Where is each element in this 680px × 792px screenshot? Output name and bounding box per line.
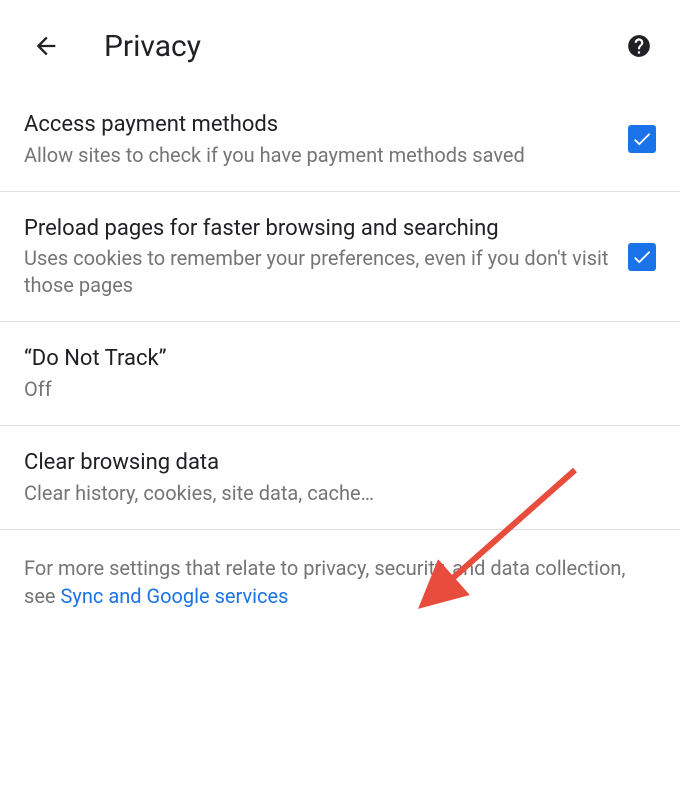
checkbox-payment[interactable]	[628, 125, 656, 153]
setting-title: Access payment methods	[24, 110, 612, 140]
setting-title: “Do Not Track”	[24, 344, 656, 374]
footer-text: For more settings that relate to privacy…	[0, 530, 680, 630]
setting-desc: Allow sites to check if you have payment…	[24, 142, 612, 169]
page-title: Privacy	[104, 29, 582, 64]
help-button[interactable]	[622, 29, 656, 63]
checkmark-icon	[631, 246, 653, 268]
setting-desc: Clear history, cookies, site data, cache…	[24, 480, 656, 507]
setting-text: Clear browsing data Clear history, cooki…	[24, 448, 656, 507]
help-icon	[626, 33, 652, 59]
setting-do-not-track[interactable]: “Do Not Track” Off	[0, 322, 680, 426]
setting-access-payment[interactable]: Access payment methods Allow sites to ch…	[0, 88, 680, 192]
setting-preload-pages[interactable]: Preload pages for faster browsing and se…	[0, 192, 680, 323]
setting-title: Clear browsing data	[24, 448, 656, 478]
setting-text: Access payment methods Allow sites to ch…	[24, 110, 612, 169]
setting-desc: Off	[24, 376, 656, 403]
checkbox-preload[interactable]	[628, 243, 656, 271]
header: Privacy	[0, 0, 680, 88]
arrow-back-icon	[32, 32, 60, 60]
setting-clear-browsing-data[interactable]: Clear browsing data Clear history, cooki…	[0, 426, 680, 530]
sync-services-link[interactable]: Sync and Google services	[61, 584, 289, 608]
setting-title: Preload pages for faster browsing and se…	[24, 214, 612, 244]
setting-text: Preload pages for faster browsing and se…	[24, 214, 612, 300]
back-button[interactable]	[28, 28, 64, 64]
setting-desc: Uses cookies to remember your preference…	[24, 245, 612, 299]
setting-text: “Do Not Track” Off	[24, 344, 656, 403]
checkmark-icon	[631, 128, 653, 150]
